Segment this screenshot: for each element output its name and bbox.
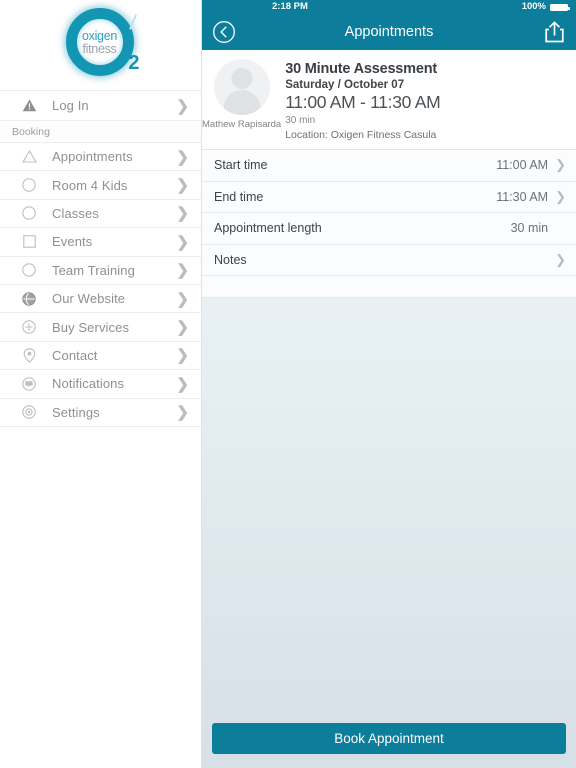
list-bottom-filler	[202, 276, 576, 298]
circle-icon	[16, 263, 42, 277]
status-bar: 2:18 PM 100%	[202, 0, 576, 13]
sidebar-item-label: Room 4 Kids	[52, 177, 128, 193]
appointment-title: 30 Minute Assessment	[285, 61, 438, 77]
plus-circle-icon	[16, 320, 42, 334]
appointment-location: Location: Oxigen Fitness Casula	[285, 129, 437, 141]
sidebar-item-contact[interactable]: Contact ❯	[0, 340, 201, 370]
row-end-time[interactable]: End time 11:30 AM ❯	[202, 181, 576, 213]
sidebar-item-classes[interactable]: Classes ❯	[0, 198, 201, 228]
sidebar-bottom-divider	[0, 425, 201, 427]
sidebar-item-room-4-kids[interactable]: Room 4 Kids ❯	[0, 170, 201, 199]
row-value: 11:00 AM	[496, 158, 549, 173]
appointment-details: 30 Minute Assessment Saturday / October …	[281, 59, 576, 141]
sidebar-item-team-training[interactable]: Team Training ❯	[0, 255, 201, 284]
chevron-right-icon: ❯	[176, 262, 189, 280]
avatar-body-shape	[223, 90, 261, 115]
sidebar-item-label: Contact	[52, 347, 98, 363]
chevron-right-icon: ❯	[176, 404, 189, 422]
triangle-icon	[16, 150, 42, 163]
chevron-right-icon: ❯	[176, 233, 189, 251]
globe-icon	[16, 291, 42, 306]
chevron-right-icon: ❯	[555, 188, 566, 204]
logo-line2: fitness	[82, 42, 117, 57]
row-value: 11:30 AM	[496, 189, 549, 204]
chevron-right-icon: ❯	[555, 157, 566, 173]
avatar-placeholder-icon	[213, 59, 270, 115]
logo-subscript: 2	[128, 52, 140, 74]
row-label: End time	[214, 189, 264, 204]
chevron-right-icon: ❯	[176, 290, 189, 308]
avatar: Mathew Rapisarda	[202, 59, 281, 141]
circle-icon	[16, 206, 42, 221]
sidebar-section-booking: Booking	[0, 120, 201, 142]
footer-action-area: Book Appointment	[202, 723, 576, 754]
row-label: Notes	[214, 252, 247, 267]
sidebar-item-label: Settings	[52, 404, 100, 420]
appointment-date: Saturday / October 07	[285, 79, 405, 91]
sidebar-item-login-label: Log In	[52, 98, 89, 113]
appointment-summary-card: Mathew Rapisarda 30 Minute Assessment Sa…	[202, 50, 576, 150]
avatar-head-shape	[231, 68, 253, 89]
row-value: 30 min	[510, 221, 549, 236]
circle-icon	[16, 178, 42, 192]
gear-icon	[16, 405, 42, 419]
brand-logo: oxigen fitness 2	[0, 0, 201, 90]
sidebar-item-label: Notifications	[52, 376, 125, 392]
app-root: oxigen fitness 2 Log In ❯ Booking Appoin…	[0, 0, 576, 768]
speech-bubble-icon	[16, 377, 42, 391]
battery-full-icon	[550, 3, 570, 11]
row-appointment-length: Appointment length 30 min ❯	[202, 213, 576, 245]
sidebar-item-events[interactable]: Events ❯	[0, 227, 201, 256]
chevron-right-icon: ❯	[176, 375, 189, 393]
battery-percent-label: 100%	[521, 1, 546, 12]
row-label: Appointment length	[214, 221, 322, 236]
sidebar-item-settings[interactable]: Settings ❯	[0, 397, 201, 426]
sidebar-item-our-website[interactable]: Our Website ❯	[0, 283, 201, 313]
square-icon	[16, 235, 42, 249]
warning-triangle-icon	[16, 99, 42, 112]
sidebar-item-label: Buy Services	[52, 319, 130, 335]
content-panel: 2:18 PM 100% Appointments Mathew Rapisar…	[202, 0, 576, 768]
navigation-bar: Appointments	[202, 13, 576, 50]
chevron-right-icon: ❯	[176, 319, 189, 337]
share-icon[interactable]	[544, 20, 565, 44]
appointment-duration: 30 min	[285, 115, 316, 126]
sidebar-item-label: Our Website	[52, 291, 126, 307]
sidebar-item-login[interactable]: Log In ❯	[0, 90, 201, 120]
appointment-time-range: 11:00 AM - 11:30 AM	[285, 92, 441, 112]
appointment-field-list: Start time 11:00 AM ❯ End time 11:30 AM …	[202, 150, 576, 298]
sidebar: oxigen fitness 2 Log In ❯ Booking Appoin…	[0, 0, 202, 768]
sidebar-item-notifications[interactable]: Notifications ❯	[0, 369, 201, 398]
row-label: Start time	[214, 158, 268, 173]
chevron-right-icon: ❯	[176, 97, 189, 115]
page-title: Appointments	[344, 23, 434, 40]
chevron-right-icon: ❯	[176, 205, 189, 223]
sidebar-item-buy-services[interactable]: Buy Services ❯	[0, 312, 201, 341]
status-time: 2:18 PM	[272, 1, 308, 12]
logo-slash-icon	[128, 14, 137, 30]
client-name: Mathew Rapisarda	[202, 119, 282, 130]
sidebar-item-label: Classes	[52, 205, 99, 221]
row-start-time[interactable]: Start time 11:00 AM ❯	[202, 150, 576, 182]
sidebar-item-label: Appointments	[52, 149, 133, 165]
sidebar-item-appointments[interactable]: Appointments ❯	[0, 142, 201, 171]
location-pin-icon	[16, 348, 42, 363]
chevron-right-icon: ❯	[176, 148, 189, 166]
book-appointment-button[interactable]: Book Appointment	[212, 723, 566, 754]
chevron-right-icon: ❯	[176, 177, 189, 195]
sidebar-item-label: Team Training	[52, 262, 135, 278]
sidebar-item-label: Events	[52, 234, 93, 250]
chevron-right-icon: ❯	[555, 251, 566, 267]
row-notes[interactable]: Notes ❯	[202, 244, 576, 276]
chevron-right-icon: ❯	[176, 347, 189, 365]
